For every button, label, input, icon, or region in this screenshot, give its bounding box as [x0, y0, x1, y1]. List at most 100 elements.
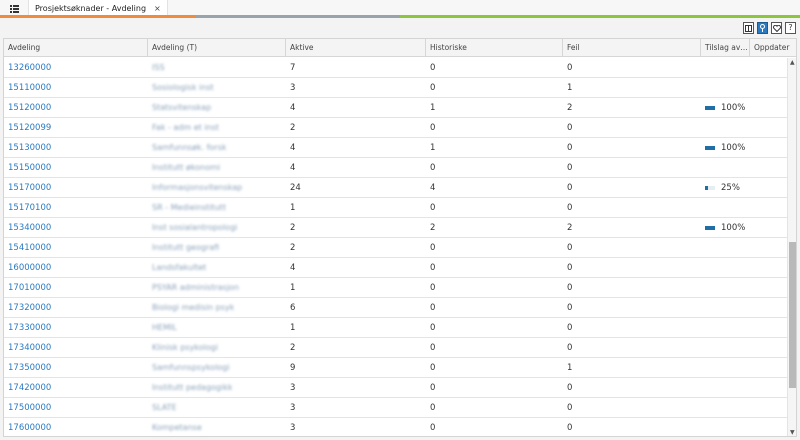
scroll-thumb[interactable] [789, 242, 796, 388]
table-row[interactable]: 17420000 Institutt pedagogikk 3 0 0 [4, 378, 787, 398]
table-row[interactable]: 17010000 PSYAR administrasjon 1 0 0 [4, 278, 787, 298]
feil-count: 2 [567, 103, 573, 113]
grid-body: 13260000 ISS 7 0 0 15110000 Sosiologisk inst 3 0… [4, 58, 787, 436]
table-row[interactable]: 15410000 Institutt geografi 2 0 0 [4, 238, 787, 258]
column-header-feil[interactable]: Feil [563, 39, 701, 57]
scroll-up-icon[interactable]: ▲ [790, 59, 795, 66]
close-icon[interactable]: × [154, 4, 161, 13]
avdeling-link[interactable]: 15110000 [4, 78, 51, 98]
feil-count: 0 [567, 403, 573, 413]
avdeling-name: Institutt geografi [152, 243, 220, 252]
aktive-count: 4 [290, 263, 296, 273]
aktive-count: 4 [290, 163, 296, 173]
avdeling-link[interactable]: 17350000 [4, 358, 51, 378]
tilslag-percent: 100% [721, 223, 746, 233]
avdeling-name: Samfunnsøk. forsk [152, 143, 227, 152]
feil-count: 0 [567, 323, 573, 333]
avdeling-link[interactable]: 17420000 [4, 378, 51, 398]
tab-title: Prosjektsøknader - Avdeling [35, 4, 147, 13]
avdeling-name: PSYAR administrasjon [152, 283, 239, 292]
table-row[interactable]: 13260000 ISS 7 0 0 [4, 58, 787, 78]
aktive-count: 2 [290, 123, 296, 133]
column-header-avdeling[interactable]: Avdeling [4, 39, 148, 57]
avdeling-link[interactable]: 13260000 [4, 58, 51, 78]
vertical-scrollbar[interactable]: ▲ ▼ [787, 58, 796, 436]
tilslag-progress-bar [705, 146, 715, 150]
tilslag-progress-fill [705, 226, 715, 230]
info-icon [760, 24, 765, 32]
avdeling-name: Biologi medisin psyk [152, 303, 235, 312]
table-row[interactable]: 15120000 Statsvitenskap 4 1 2 100% [4, 98, 787, 118]
avdeling-name: Inst sosialantropologi [152, 223, 238, 232]
column-header-aktive[interactable]: Aktive [286, 39, 426, 57]
feil-count: 0 [567, 203, 573, 213]
column-header-tilslag[interactable]: Tilslag avdeling [701, 39, 750, 57]
table-row[interactable]: 16000000 Landsfakultet 4 0 0 [4, 258, 787, 278]
avdeling-link[interactable]: 15170100 [4, 198, 51, 218]
table-row[interactable]: 17500000 SLATE 3 0 0 [4, 398, 787, 418]
avdeling-link[interactable]: 16000000 [4, 258, 51, 278]
table-row[interactable]: 17340000 Klinisk psykologi 2 0 0 [4, 338, 787, 358]
historiske-count: 0 [430, 383, 436, 393]
aktive-count: 2 [290, 223, 296, 233]
help-button[interactable]: ? [785, 22, 796, 34]
avdeling-link[interactable]: 15120000 [4, 98, 51, 118]
table-row[interactable]: 15120099 Fak - adm et inst 2 0 0 [4, 118, 787, 138]
historiske-count: 0 [430, 163, 436, 173]
accent-stripe-gray [196, 15, 400, 18]
avdeling-name: SLATE [152, 403, 177, 412]
table-row[interactable]: 15150000 Institutt økonomi 4 0 0 [4, 158, 787, 178]
table-row[interactable]: 15170000 Informasjonsvitenskap 24 4 0 25% [4, 178, 787, 198]
table-row[interactable]: 15170100 SR - Medieinstitutt 1 0 0 [4, 198, 787, 218]
feil-count: 0 [567, 283, 573, 293]
tilslag-cell: 100% [701, 138, 745, 158]
avdeling-link[interactable]: 17330000 [4, 318, 51, 338]
avdeling-name: Fak - adm et inst [152, 123, 219, 132]
favorite-button[interactable] [771, 22, 782, 34]
avdeling-link[interactable]: 17600000 [4, 418, 51, 436]
avdeling-name: Landsfakultet [152, 263, 207, 272]
table-row[interactable]: 15340000 Inst sosialantropologi 2 2 2 100% [4, 218, 787, 238]
table-row[interactable]: 17330000 HEMIL 1 0 0 [4, 318, 787, 338]
column-header-avdeling-t[interactable]: Avdeling (T) [148, 39, 286, 57]
table-row[interactable]: 15110000 Sosiologisk inst 3 0 1 [4, 78, 787, 98]
tilslag-cell: 100% [701, 218, 745, 238]
avdeling-link[interactable]: 15170000 [4, 178, 51, 198]
avdeling-name: Sosiologisk inst [152, 83, 214, 92]
avdeling-name: Institutt pedagogikk [152, 383, 233, 392]
avdeling-link[interactable]: 15120099 [4, 118, 51, 138]
historiske-count: 0 [430, 203, 436, 213]
feil-count: 0 [567, 123, 573, 133]
avdeling-link[interactable]: 17010000 [4, 278, 51, 298]
historiske-count: 0 [430, 123, 436, 133]
feil-count: 0 [567, 243, 573, 253]
column-header-historiske[interactable]: Historiske [426, 39, 563, 57]
avdeling-link[interactable]: 17340000 [4, 338, 51, 358]
avdeling-name: Statsvitenskap [152, 103, 212, 112]
avdeling-link[interactable]: 15410000 [4, 238, 51, 258]
split-view-icon [745, 24, 752, 32]
aktive-count: 6 [290, 303, 296, 313]
table-row[interactable]: 17350000 Samfunnspsykologi 9 0 1 [4, 358, 787, 378]
table-row[interactable]: 15130000 Samfunnsøk. forsk 4 1 0 100% [4, 138, 787, 158]
list-menu-icon [9, 4, 19, 13]
historiske-count: 0 [430, 363, 436, 373]
scroll-down-icon[interactable]: ▼ [790, 429, 795, 436]
table-row[interactable]: 17600000 Kompetanse 3 0 0 [4, 418, 787, 436]
info-button[interactable] [757, 22, 768, 34]
avdeling-link[interactable]: 17500000 [4, 398, 51, 418]
avdeling-name: Kompetanse [152, 423, 202, 432]
avdeling-link[interactable]: 15130000 [4, 138, 51, 158]
table-row[interactable]: 17320000 Biologi medisin psyk 6 0 0 [4, 298, 787, 318]
avdeling-link[interactable]: 15340000 [4, 218, 51, 238]
tilslag-percent: 25% [721, 183, 740, 193]
avdeling-name: HEMIL [152, 323, 177, 332]
avdeling-link[interactable]: 15150000 [4, 158, 51, 178]
column-header-oppdater[interactable]: Oppdater [750, 39, 796, 57]
historiske-count: 0 [430, 263, 436, 273]
avdeling-link[interactable]: 17320000 [4, 298, 51, 318]
avdeling-name: Samfunnspsykologi [152, 363, 230, 372]
accent-stripe-orange [0, 15, 196, 18]
split-view-button[interactable] [743, 22, 754, 34]
historiske-count: 2 [430, 223, 436, 233]
